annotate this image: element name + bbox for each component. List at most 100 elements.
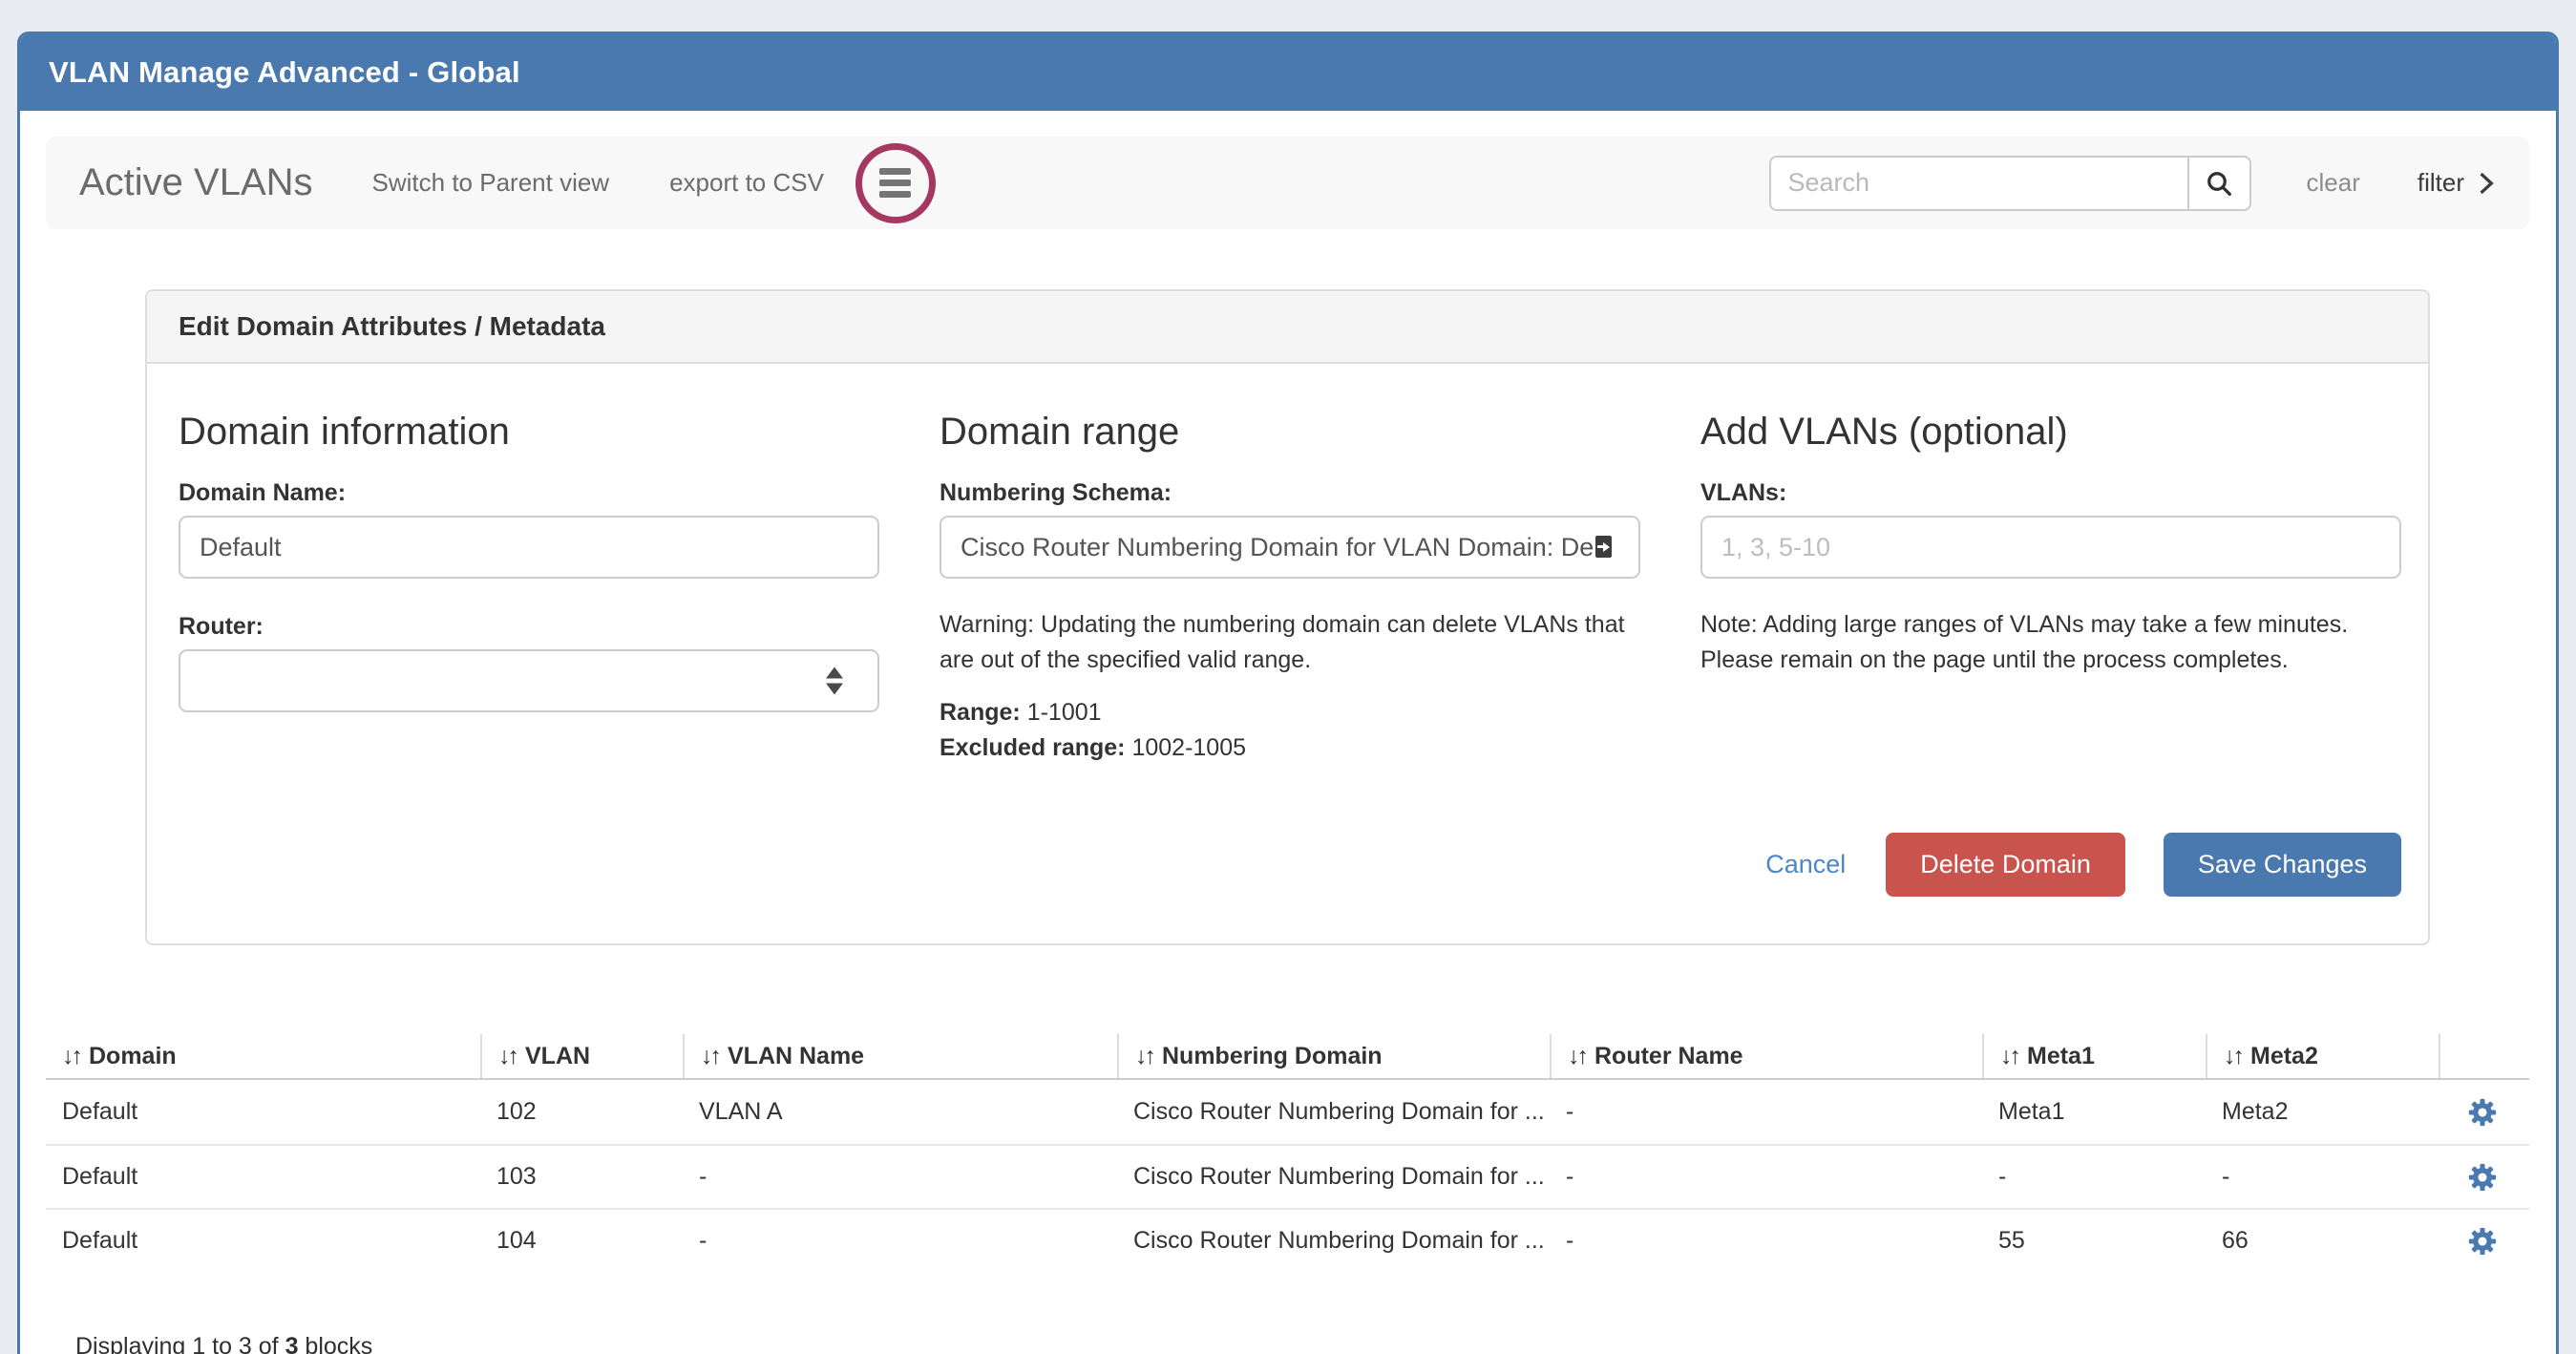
domain-range-heading: Domain range bbox=[940, 410, 1640, 454]
cancel-link[interactable]: Cancel bbox=[1765, 850, 1846, 879]
menu-button[interactable] bbox=[855, 143, 936, 223]
panel-title: Edit Domain Attributes / Metadata bbox=[179, 311, 605, 342]
chevron-right-icon bbox=[2478, 171, 2495, 196]
domain-name-field[interactable] bbox=[179, 516, 879, 579]
search-button[interactable] bbox=[2187, 156, 2251, 211]
range-label: Range: bbox=[940, 699, 1021, 726]
sort-arrows-icon: ↓↑ bbox=[2224, 1043, 2242, 1070]
column-header-meta2[interactable]: ↓↑Meta2 bbox=[2206, 1034, 2439, 1078]
cell-router-name: - bbox=[1550, 1227, 1982, 1255]
sort-arrows-icon: ↓↑ bbox=[498, 1043, 517, 1070]
add-vlans-heading: Add VLANs (optional) bbox=[1700, 410, 2401, 454]
cell-vlan: 102 bbox=[480, 1098, 683, 1126]
column-header-actions bbox=[2439, 1034, 2526, 1078]
magnifier-icon bbox=[2204, 168, 2234, 199]
panel-body: Domain information Domain Name: Router: bbox=[147, 364, 2428, 943]
vlan-table: ↓↑Domain ↓↑VLAN ↓↑VLAN Name ↓↑Numbering … bbox=[46, 1034, 2529, 1272]
clear-link[interactable]: clear bbox=[2307, 168, 2360, 198]
export-to-csv-link[interactable]: export to CSV bbox=[669, 168, 824, 198]
gear-icon bbox=[2466, 1225, 2499, 1258]
row-settings-button[interactable] bbox=[2466, 1096, 2499, 1129]
domain-information-section: Domain information Domain Name: Router: bbox=[179, 410, 879, 766]
window-title: VLAN Manage Advanced - Global bbox=[49, 55, 520, 90]
cell-domain: Default bbox=[46, 1163, 480, 1191]
delete-domain-button[interactable]: Delete Domain bbox=[1886, 833, 2125, 897]
vlans-label: VLANs: bbox=[1700, 479, 2401, 507]
numbering-warning: Warning: Updating the numbering domain c… bbox=[940, 607, 1640, 678]
row-settings-button[interactable] bbox=[2466, 1225, 2499, 1258]
hamburger-icon bbox=[879, 168, 911, 175]
row-settings-button[interactable] bbox=[2466, 1161, 2499, 1194]
excluded-range-line: Excluded range: 1002-1005 bbox=[940, 730, 1640, 766]
column-header-meta1[interactable]: ↓↑Meta1 bbox=[1982, 1034, 2206, 1078]
table-footer: Displaying 1 to 3 of 3 blocks bbox=[46, 1333, 2529, 1354]
range-value: 1-1001 bbox=[1027, 699, 1102, 726]
vlans-note: Note: Adding large ranges of VLANs may t… bbox=[1700, 607, 2401, 678]
table-header-row: ↓↑Domain ↓↑VLAN ↓↑VLAN Name ↓↑Numbering … bbox=[46, 1034, 2529, 1080]
cell-vlan-name: - bbox=[683, 1163, 1117, 1191]
cell-meta2: 66 bbox=[2206, 1227, 2439, 1255]
table-row: Default 102 VLAN A Cisco Router Numberin… bbox=[46, 1080, 2529, 1144]
domain-range-section: Domain range Numbering Schema: Cisco Rou… bbox=[940, 410, 1640, 766]
column-header-domain[interactable]: ↓↑Domain bbox=[46, 1034, 480, 1078]
cell-numbering-domain: Cisco Router Numbering Domain for ... bbox=[1117, 1098, 1550, 1126]
page-title: Active VLANs bbox=[79, 161, 313, 204]
cell-router-name: - bbox=[1550, 1098, 1982, 1126]
sort-arrows-icon: ↓↑ bbox=[1568, 1043, 1586, 1070]
window-titlebar: VLAN Manage Advanced - Global bbox=[20, 34, 2556, 111]
search-input[interactable] bbox=[1769, 156, 2187, 211]
domain-information-heading: Domain information bbox=[179, 410, 879, 454]
cell-meta1: - bbox=[1982, 1163, 2206, 1191]
numbering-schema-label: Numbering Schema: bbox=[940, 479, 1640, 507]
gear-icon bbox=[2466, 1161, 2499, 1194]
cell-domain: Default bbox=[46, 1227, 480, 1255]
numbering-schema-select[interactable]: Cisco Router Numbering Domain for VLAN D… bbox=[940, 516, 1640, 579]
excluded-range-label: Excluded range: bbox=[940, 734, 1126, 761]
footer-total: 3 bbox=[285, 1333, 299, 1354]
updown-arrows-icon bbox=[826, 667, 843, 695]
column-header-router-name[interactable]: ↓↑Router Name bbox=[1550, 1034, 1982, 1078]
save-changes-button[interactable]: Save Changes bbox=[2164, 833, 2401, 897]
column-header-numbering-domain[interactable]: ↓↑Numbering Domain bbox=[1117, 1034, 1550, 1078]
column-header-vlan[interactable]: ↓↑VLAN bbox=[480, 1034, 683, 1078]
search-group bbox=[1769, 156, 2251, 211]
cell-router-name: - bbox=[1550, 1163, 1982, 1191]
app-window: VLAN Manage Advanced - Global Active VLA… bbox=[17, 32, 2559, 1354]
router-label: Router: bbox=[179, 613, 879, 641]
footer-suffix: blocks bbox=[298, 1333, 372, 1354]
panel-heading: Edit Domain Attributes / Metadata bbox=[147, 291, 2428, 364]
numbering-schema-value: Cisco Router Numbering Domain for VLAN D… bbox=[961, 533, 1594, 562]
cell-vlan: 104 bbox=[480, 1227, 683, 1255]
cell-meta1: Meta1 bbox=[1982, 1098, 2206, 1126]
text-caret-icon bbox=[1595, 536, 1612, 558]
cell-meta2: - bbox=[2206, 1163, 2439, 1191]
sort-arrows-icon: ↓↑ bbox=[2000, 1043, 2018, 1070]
vlans-field[interactable] bbox=[1700, 516, 2401, 579]
sort-arrows-icon: ↓↑ bbox=[62, 1043, 80, 1070]
window-content: Active VLANs Switch to Parent view expor… bbox=[20, 111, 2556, 1354]
cell-meta2: Meta2 bbox=[2206, 1098, 2439, 1126]
add-vlans-section: Add VLANs (optional) VLANs: Note: Adding… bbox=[1700, 410, 2401, 766]
sort-arrows-icon: ↓↑ bbox=[701, 1043, 719, 1070]
panel-actions: Cancel Delete Domain Save Changes bbox=[179, 833, 2401, 897]
column-header-vlan-name[interactable]: ↓↑VLAN Name bbox=[683, 1034, 1117, 1078]
cell-vlan-name: VLAN A bbox=[683, 1098, 1117, 1126]
toolbar: Active VLANs Switch to Parent view expor… bbox=[46, 137, 2529, 229]
table-row: Default 104 - Cisco Router Numbering Dom… bbox=[46, 1208, 2529, 1272]
cell-numbering-domain: Cisco Router Numbering Domain for ... bbox=[1117, 1227, 1550, 1255]
cell-domain: Default bbox=[46, 1098, 480, 1126]
router-select[interactable] bbox=[179, 649, 879, 712]
footer-prefix: Displaying 1 to 3 of bbox=[75, 1333, 285, 1354]
table-row: Default 103 - Cisco Router Numbering Dom… bbox=[46, 1144, 2529, 1208]
excluded-range-value: 1002-1005 bbox=[1131, 734, 1246, 761]
filter-link[interactable]: filter bbox=[2418, 168, 2495, 198]
domain-name-label: Domain Name: bbox=[179, 479, 879, 507]
cell-vlan-name: - bbox=[683, 1227, 1117, 1255]
sort-arrows-icon: ↓↑ bbox=[1135, 1043, 1153, 1070]
range-line: Range: 1-1001 bbox=[940, 695, 1640, 730]
gear-icon bbox=[2466, 1096, 2499, 1129]
filter-label: filter bbox=[2418, 168, 2464, 198]
edit-domain-panel: Edit Domain Attributes / Metadata Domain… bbox=[145, 289, 2430, 945]
switch-to-parent-view-link[interactable]: Switch to Parent view bbox=[372, 168, 610, 198]
cell-numbering-domain: Cisco Router Numbering Domain for ... bbox=[1117, 1163, 1550, 1191]
